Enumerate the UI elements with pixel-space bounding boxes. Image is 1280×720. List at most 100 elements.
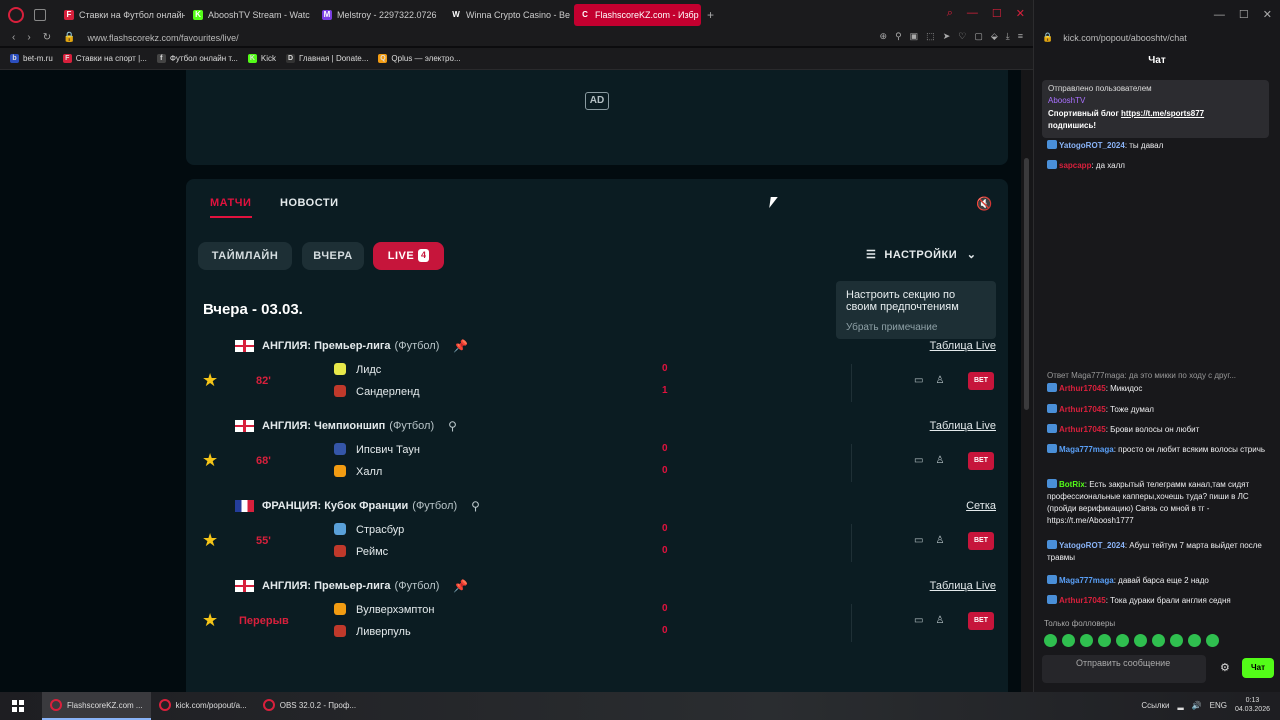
clock[interactable]: 0:13 04.03.2026 [1235,696,1270,714]
pin-icon[interactable]: ⚲ [895,31,902,42]
shirt-icon[interactable]: ♙ [935,615,944,626]
page-scrollbar[interactable] [1021,70,1033,692]
bet-button[interactable]: BET [968,532,994,550]
dismiss-tooltip-link[interactable]: Убрать примечание [846,322,986,333]
settings-button[interactable]: ☰ НАСТРОЙКИ ⌄ [866,248,976,261]
snapshot-icon[interactable]: ▣ [910,31,919,42]
filter-live[interactable]: LIVE 4 [373,242,444,270]
tv-icon[interactable]: ▭ [914,615,923,626]
team-away[interactable]: Халл [334,465,382,478]
chat-username[interactable]: BotRix [1059,480,1085,489]
chat-username[interactable]: Arthur17045 [1059,596,1106,605]
chat-message-input[interactable]: Отправить сообщение [1042,655,1206,683]
emote-icon[interactable] [1152,634,1165,647]
taskbar-item[interactable]: FlashscoreKZ.com ... [42,692,151,720]
team-home[interactable]: Ипсвич Таун [334,443,420,456]
league-name[interactable]: ФРАНЦИЯ: Кубок Франции [262,500,408,512]
scrollbar-thumb[interactable] [1024,158,1029,410]
mute-icon[interactable]: 🔇 [976,196,992,212]
emote-icon[interactable] [1098,634,1111,647]
wallet-icon[interactable]: ▢ [974,31,983,42]
favorite-star-icon[interactable]: ★ [202,610,218,631]
pin-icon[interactable]: 📌 [453,579,468,593]
shirt-icon[interactable]: ♙ [935,535,944,546]
team-home[interactable]: Лидс [334,363,381,376]
browser-tab[interactable]: C FlashscoreKZ.com - Избр [574,3,701,26]
chat-username[interactable]: YatogoROT_2024 [1059,141,1125,150]
back-button[interactable]: ‹ [12,32,15,43]
team-away[interactable]: Ливерпуль [334,625,411,638]
browser-tab[interactable]: M Melstroy - 2297322.0726 [316,4,443,26]
language-indicator[interactable]: ENG [1210,701,1227,710]
team-away[interactable]: Сандерленд [334,385,420,398]
volume-icon[interactable]: 🔊 [1192,701,1202,710]
emote-icon[interactable] [1080,634,1093,647]
emote-icon[interactable] [1206,634,1219,647]
chat-send-button[interactable]: Чат [1242,658,1274,678]
chat-username[interactable]: sapcapp [1059,161,1091,170]
zoom-icon[interactable]: ⊕ [880,31,888,42]
pin-icon[interactable]: ⚲ [448,419,457,433]
shirt-icon[interactable]: ♙ [935,455,944,466]
windows-start-icon[interactable] [12,700,24,712]
close-button[interactable]: ✕ [1016,7,1025,20]
close-button[interactable]: ✕ [1263,8,1272,21]
browser-tab[interactable]: K AbooshTV Stream - Watc [187,4,314,26]
tv-icon[interactable]: ▭ [914,375,923,386]
browser-tab[interactable]: W Winna Crypto Casino - Be [445,4,572,26]
pin-icon[interactable]: ⚲ [471,499,480,513]
chat-username[interactable]: Arthur17045 [1059,425,1106,434]
menu-icon[interactable]: ≡ [1018,31,1023,42]
chat-username[interactable]: Arthur17045 [1059,384,1106,393]
team-home[interactable]: Страсбур [334,523,404,536]
browser-tab[interactable]: F Ставки на Футбол онлайн [58,4,185,26]
taskbar-item[interactable]: kick.com/popout/a... [151,692,255,720]
bet-button[interactable]: BET [968,452,994,470]
match-row[interactable]: ★ Перерыв Вулверхэмптон 0 Ливерпуль 0 ▭ ♙ BET [198,600,996,646]
ad-banner[interactable]: AD [186,70,1008,165]
bookmark-item[interactable]: b bet-m.ru [10,54,53,63]
bookmark-item[interactable]: Q Qplus — электро... [378,54,461,63]
filter-yesterday[interactable]: ВЧЕРА [302,242,364,270]
filter-timeline[interactable]: ТАЙМЛАЙН [198,242,292,270]
favorite-star-icon[interactable]: ★ [202,450,218,471]
shirt-icon[interactable]: ♙ [935,375,944,386]
minimize-button[interactable]: — [967,7,978,20]
bet-button[interactable]: BET [968,372,994,390]
league-table-link[interactable]: Сетка [966,500,996,512]
bet-button[interactable]: BET [968,612,994,630]
match-row[interactable]: ★ 68' Ипсвич Таун 0 Халл 0 ▭ ♙ BET [198,440,996,486]
chat-url[interactable]: kick.com/popout/abooshtv/chat [1063,33,1187,43]
emote-icon[interactable] [1188,634,1201,647]
bookmark-item[interactable]: D Главная | Donate... [285,54,368,63]
opera-logo-icon[interactable] [8,6,24,23]
reload-button[interactable]: ↻ [43,32,51,43]
pinned-user[interactable]: AbooshTV [1048,96,1263,105]
chat-username[interactable]: Arthur17045 [1059,405,1106,414]
chat-username[interactable]: Maga777maga [1059,576,1114,585]
taskbar-item[interactable]: OBS 32.0.2 - Проф... [255,692,364,720]
league-name[interactable]: АНГЛИЯ: Премьер-лига [262,580,391,592]
download-icon[interactable]: ⤓ [1006,31,1010,42]
emote-icon[interactable] [1134,634,1147,647]
pin-icon[interactable]: 📌 [453,339,468,353]
emote-icon[interactable] [1116,634,1129,647]
team-home[interactable]: Вулверхэмптон [334,603,434,616]
chat-username[interactable]: Maga777maga [1059,445,1114,454]
forward-button[interactable]: › [27,32,30,43]
search-icon[interactable]: ⌕ [947,7,953,20]
match-row[interactable]: ★ 82' Лидс 0 Сандерленд 1 ▭ ♙ BET [198,360,996,406]
chat-username[interactable]: YatogoROT_2024 [1059,541,1125,550]
extensions-icon[interactable]: ⬙ [991,31,998,42]
tab-matches[interactable]: МАТЧИ [210,197,251,209]
gear-icon[interactable]: ⚙ [1220,661,1230,674]
screenshot-icon[interactable]: ⬚ [926,31,935,42]
emote-icon[interactable] [1062,634,1075,647]
bookmark-item[interactable]: K Kick [247,54,276,63]
bookmark-item[interactable]: F Ставки на спорт |... [62,54,147,63]
emote-icon[interactable] [1044,634,1057,647]
tv-icon[interactable]: ▭ [914,455,923,466]
league-table-link[interactable]: Таблица Live [930,340,996,352]
league-name[interactable]: АНГЛИЯ: Премьер-лига [262,340,391,352]
tv-icon[interactable]: ▭ [914,535,923,546]
